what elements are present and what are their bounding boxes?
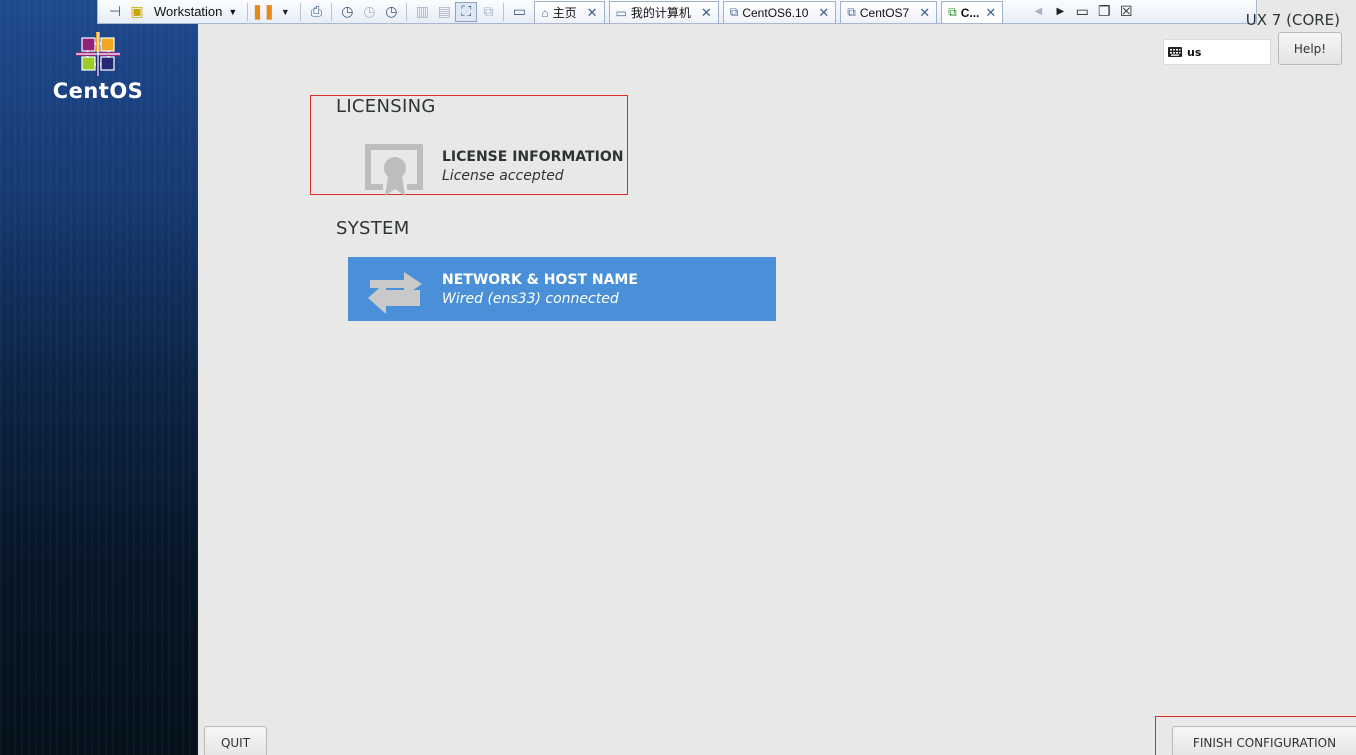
finish-configuration-button[interactable]: FINISH CONFIGURATION bbox=[1172, 726, 1356, 755]
spoke-status: Wired (ens33) connected bbox=[442, 290, 619, 307]
snapshot-revert-icon[interactable]: ◷ bbox=[358, 2, 380, 22]
close-window-icon[interactable]: ☒ bbox=[1115, 2, 1137, 22]
tab-scroll-left-icon[interactable]: ◀ bbox=[1027, 2, 1049, 22]
close-icon[interactable]: ✕ bbox=[587, 5, 598, 21]
spoke-title: NETWORK & HOST NAME bbox=[442, 271, 638, 288]
close-icon[interactable]: ✕ bbox=[701, 5, 712, 21]
close-icon[interactable]: ✕ bbox=[818, 5, 829, 21]
home-icon: ⌂ bbox=[541, 5, 549, 20]
library-view-icon[interactable]: ▥ bbox=[411, 2, 433, 22]
minimize-icon[interactable]: ▭ bbox=[1071, 2, 1093, 22]
tab-home[interactable]: ⌂ 主页 ✕ bbox=[534, 1, 605, 23]
centos-logo-icon bbox=[76, 32, 120, 76]
tab-scroll-right-icon[interactable]: ▶ bbox=[1049, 2, 1071, 22]
tab-centos6[interactable]: ⧉ CentOS6.10 ✕ bbox=[722, 1, 837, 23]
restore-icon[interactable]: ❐ bbox=[1093, 2, 1115, 22]
sidebar: CentOS bbox=[0, 0, 198, 755]
license-certificate-icon bbox=[365, 144, 423, 196]
chevron-down-icon: ▼ bbox=[228, 6, 238, 17]
centos-logo-text: CentOS bbox=[52, 79, 144, 103]
help-button[interactable]: Help! bbox=[1278, 32, 1342, 65]
power-dropdown-icon[interactable]: ▼ bbox=[274, 2, 296, 22]
snapshot-take-icon[interactable]: ◷ bbox=[336, 2, 358, 22]
tab-active-vm[interactable]: ⧉ C... ✕ bbox=[941, 1, 1004, 23]
pause-icon[interactable]: ❚❚ bbox=[252, 2, 275, 22]
quit-button[interactable]: QUIT bbox=[204, 726, 267, 755]
close-icon[interactable]: ✕ bbox=[985, 5, 996, 21]
spoke-title: LICENSE INFORMATION bbox=[442, 148, 624, 165]
fullscreen-icon[interactable]: ⛶ bbox=[455, 1, 478, 22]
vmware-toolbar: ⊣ ▣ Workstation ▼ ❚❚ ▼ ⎙ ◷ ◷ ◷ ▥ ▤ ⛶ ⧉ ▭… bbox=[97, 0, 1257, 24]
tab-label: CentOS6.10 bbox=[742, 5, 809, 20]
product-title: UX 7 (CORE) bbox=[1245, 11, 1340, 29]
workstation-menu[interactable]: Workstation ▼ bbox=[148, 1, 243, 23]
send-ctrl-alt-del-icon[interactable]: ⎙ bbox=[305, 2, 327, 22]
tab-label: CentOS7 bbox=[859, 5, 910, 20]
keyboard-icon bbox=[1168, 47, 1182, 57]
unity-icon[interactable]: ⧉ bbox=[477, 2, 499, 22]
pin-icon[interactable]: ⊣ bbox=[104, 2, 126, 22]
system-heading: SYSTEM bbox=[336, 218, 410, 239]
licensing-heading: LICENSING bbox=[336, 96, 436, 117]
snapshot-manager-icon[interactable]: ◷ bbox=[380, 2, 402, 22]
tab-label: C... bbox=[960, 5, 980, 20]
centos-logo: CentOS bbox=[52, 31, 144, 103]
keyboard-layout-indicator[interactable]: us bbox=[1163, 39, 1271, 65]
thumbnail-bar-icon[interactable]: ▤ bbox=[433, 2, 455, 22]
workstation-icon: ▣ bbox=[130, 3, 144, 19]
workstation-label: Workstation bbox=[154, 4, 223, 19]
tab-label: 我的计算机 bbox=[630, 6, 691, 20]
tab-my-computer[interactable]: ▭ 我的计算机 ✕ bbox=[608, 1, 719, 23]
tab-centos7[interactable]: ⧉ CentOS7 ✕ bbox=[840, 1, 938, 23]
network-arrows-icon bbox=[368, 272, 422, 314]
vm-running-icon: ⧉ bbox=[948, 5, 957, 19]
vm-icon: ⧉ bbox=[847, 5, 856, 19]
vm-icon: ⧉ bbox=[729, 5, 739, 19]
network-hostname-spoke[interactable]: NETWORK & HOST NAME Wired (ens33) connec… bbox=[348, 257, 776, 321]
close-icon[interactable]: ✕ bbox=[919, 5, 930, 21]
license-information-spoke[interactable]: LICENSE INFORMATION License accepted bbox=[348, 134, 626, 198]
computer-icon: ▭ bbox=[615, 5, 627, 20]
console-view-icon[interactable]: ▭ bbox=[508, 2, 530, 22]
spoke-status: License accepted bbox=[442, 167, 564, 184]
keyboard-layout-label: us bbox=[1187, 45, 1202, 59]
tab-label: 主页 bbox=[552, 6, 577, 20]
